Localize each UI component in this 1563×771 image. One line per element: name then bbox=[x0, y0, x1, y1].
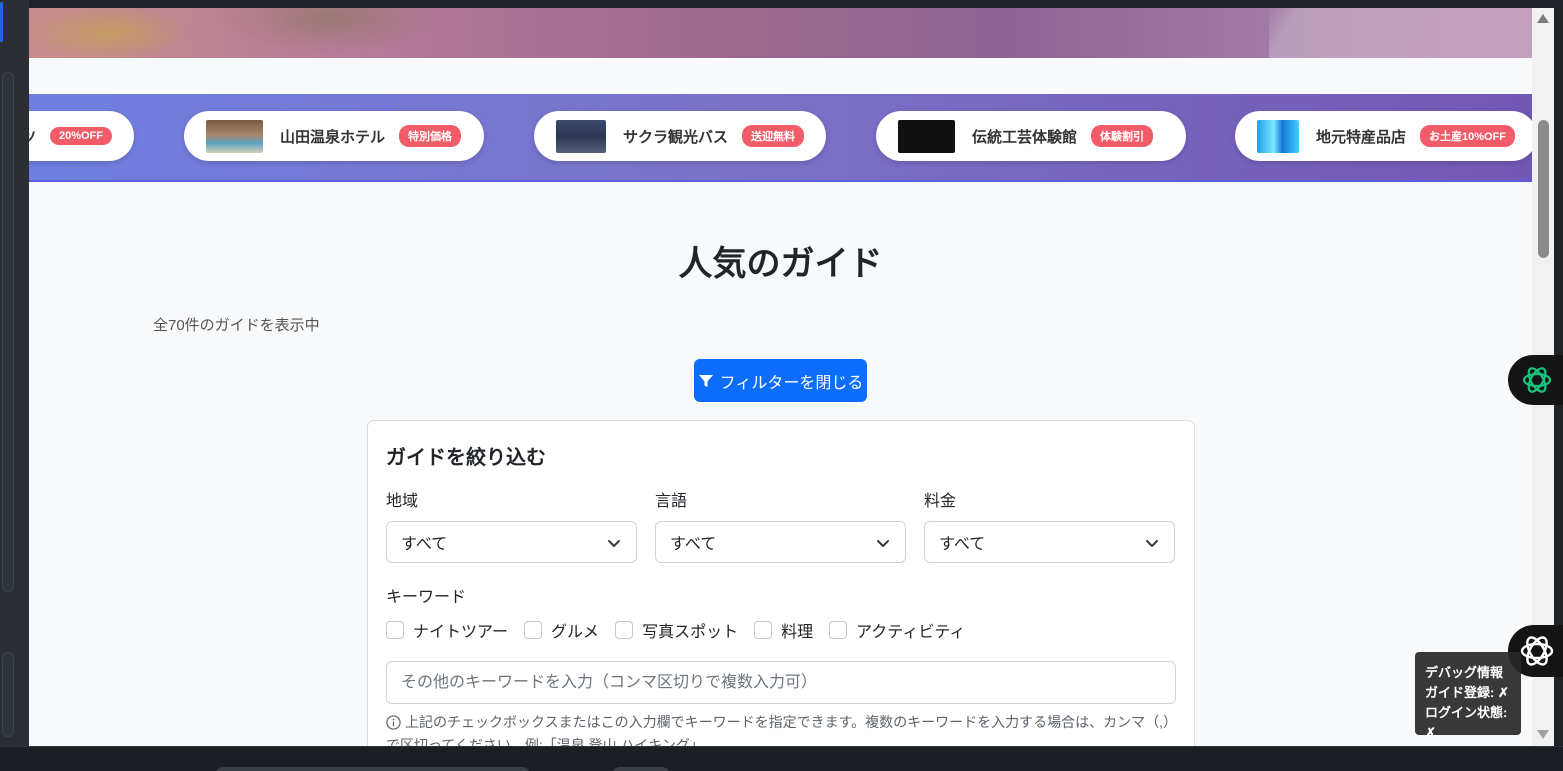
keyword-checkbox-cooking[interactable]: 料理 bbox=[754, 618, 813, 642]
chevron-down-icon bbox=[877, 540, 889, 547]
sponsor-card-shop[interactable]: 地元特産品店 お土産10%OFF bbox=[1235, 111, 1532, 161]
checkbox-label: グルメ bbox=[551, 624, 600, 641]
debug-login-state: ログイン状態: ✗ bbox=[1425, 705, 1508, 740]
debug-title: デバッグ情報 bbox=[1425, 665, 1504, 680]
sponsor-card-craft[interactable]: 伝統工芸体験館 体験割引 bbox=[876, 111, 1186, 161]
price-label: 料金 bbox=[924, 493, 957, 510]
checkbox[interactable] bbox=[754, 621, 773, 639]
sponsor-name: 山田温泉ホテル bbox=[280, 128, 386, 146]
sponsor-card[interactable]: ツ 20%OFF bbox=[29, 111, 134, 161]
left-sidebar-rail bbox=[0, 0, 29, 771]
taskbar-app[interactable] bbox=[612, 767, 670, 771]
sponsor-badge: お土産10%OFF bbox=[1419, 125, 1515, 147]
scroll-up-arrow-icon[interactable] bbox=[1537, 14, 1549, 23]
checkbox[interactable] bbox=[615, 621, 634, 639]
sponsor-thumbnail bbox=[898, 119, 955, 153]
sponsor-card-bus[interactable]: サクラ観光バス 送迎無料 bbox=[534, 111, 826, 161]
keyword-label: キーワード bbox=[386, 589, 467, 606]
keyword-checkbox-group: ナイトツアー グルメ 写真スポット 料理 アクティビティ bbox=[386, 618, 981, 642]
rail-panel bbox=[2, 72, 14, 592]
keyword-help-text: 上記のチェックボックスまたはこの入力欄でキーワードを指定できます。複数のキーワー… bbox=[386, 711, 1176, 746]
chevron-down-icon bbox=[608, 540, 620, 547]
filter-panel-title: ガイドを絞り込む bbox=[386, 447, 546, 469]
keyword-checkbox-night-tour[interactable]: ナイトツアー bbox=[386, 618, 508, 642]
sponsor-badge: 体験割引 bbox=[1091, 125, 1154, 147]
ai-assistant-icon bbox=[1520, 636, 1554, 666]
os-taskbar bbox=[0, 746, 1563, 771]
scroll-down-arrow-icon[interactable] bbox=[1537, 730, 1549, 739]
checkbox-label: 写真スポット bbox=[642, 624, 739, 641]
sponsor-badge: 送迎無料 bbox=[742, 125, 804, 147]
keyword-checkbox-photo-spot[interactable]: 写真スポット bbox=[615, 618, 738, 642]
result-count: 全70件のガイドを表示中 bbox=[153, 317, 320, 334]
region-label: 地域 bbox=[386, 493, 419, 510]
sponsor-name: ツ bbox=[29, 126, 36, 147]
sponsor-thumbnail bbox=[556, 119, 606, 153]
sponsor-thumbnail bbox=[1257, 119, 1299, 153]
price-select[interactable]: すべて bbox=[924, 521, 1175, 563]
sponsor-badge: 20%OFF bbox=[49, 127, 112, 145]
rail-panel-bottom bbox=[2, 652, 14, 737]
checkbox-label: アクティビティ bbox=[856, 624, 966, 641]
region-select[interactable]: すべて bbox=[386, 521, 637, 563]
sponsor-name: 伝統工芸体験館 bbox=[972, 128, 1078, 146]
checkbox[interactable] bbox=[524, 621, 543, 639]
chevron-down-icon bbox=[1146, 540, 1158, 547]
sponsor-name: 地元特産品店 bbox=[1315, 128, 1406, 146]
sponsor-card-hotel[interactable]: 山田温泉ホテル 特別価格 bbox=[184, 111, 484, 161]
checkbox[interactable] bbox=[386, 621, 404, 639]
price-select-value: すべて bbox=[939, 536, 986, 553]
language-select-value: すべて bbox=[670, 536, 717, 553]
info-icon bbox=[386, 715, 401, 730]
checkbox-label: 料理 bbox=[781, 624, 814, 641]
funnel-icon bbox=[698, 374, 713, 387]
page-title: 人気のガイド bbox=[678, 245, 883, 283]
checkbox[interactable] bbox=[829, 621, 848, 639]
sponsor-banner: ツ 20%OFF 山田温泉ホテル 特別価格 サクラ観光バス 送迎無料 伝統工芸体… bbox=[29, 94, 1532, 182]
region-select-value: すべて bbox=[401, 536, 448, 553]
rail-active-indicator bbox=[0, 2, 3, 42]
assistant-launcher-button[interactable] bbox=[1508, 355, 1563, 405]
debug-info-panel: デバッグ情報 ガイド登録: ✗ ログイン状態: ✗ bbox=[1415, 652, 1521, 740]
sponsor-name: サクラ観光バス bbox=[622, 128, 728, 146]
debug-guide-registered: ガイド登録: ✗ bbox=[1425, 685, 1509, 700]
filter-panel: ガイドを絞り込む 地域 すべて 言語 すべて 料金 すべて キーワード ナイトツ… bbox=[367, 420, 1195, 746]
language-label: 言語 bbox=[655, 493, 688, 510]
hero-image bbox=[29, 8, 1532, 58]
scrollbar-thumb[interactable] bbox=[1538, 120, 1549, 258]
language-select[interactable]: すべて bbox=[655, 521, 906, 563]
keyword-checkbox-gourmet[interactable]: グルメ bbox=[524, 618, 599, 642]
sponsor-badge: 特別価格 bbox=[399, 125, 462, 147]
filter-toggle-label: フィルターを閉じる bbox=[719, 374, 864, 392]
openai-logo-icon bbox=[1522, 367, 1552, 393]
page-viewport: ツ 20%OFF 山田温泉ホテル 特別価格 サクラ観光バス 送迎無料 伝統工芸体… bbox=[29, 8, 1532, 746]
taskbar-search[interactable] bbox=[215, 767, 530, 771]
checkbox-label: ナイトツアー bbox=[413, 624, 509, 641]
filter-toggle-button[interactable]: フィルターを閉じる bbox=[694, 359, 867, 402]
keyword-checkbox-activity[interactable]: アクティビティ bbox=[829, 618, 965, 642]
keyword-input[interactable] bbox=[386, 661, 1176, 704]
help-text: 上記のチェックボックスまたはこの入力欄でキーワードを指定できます。複数のキーワー… bbox=[386, 714, 1171, 746]
sponsor-thumbnail bbox=[206, 119, 263, 153]
